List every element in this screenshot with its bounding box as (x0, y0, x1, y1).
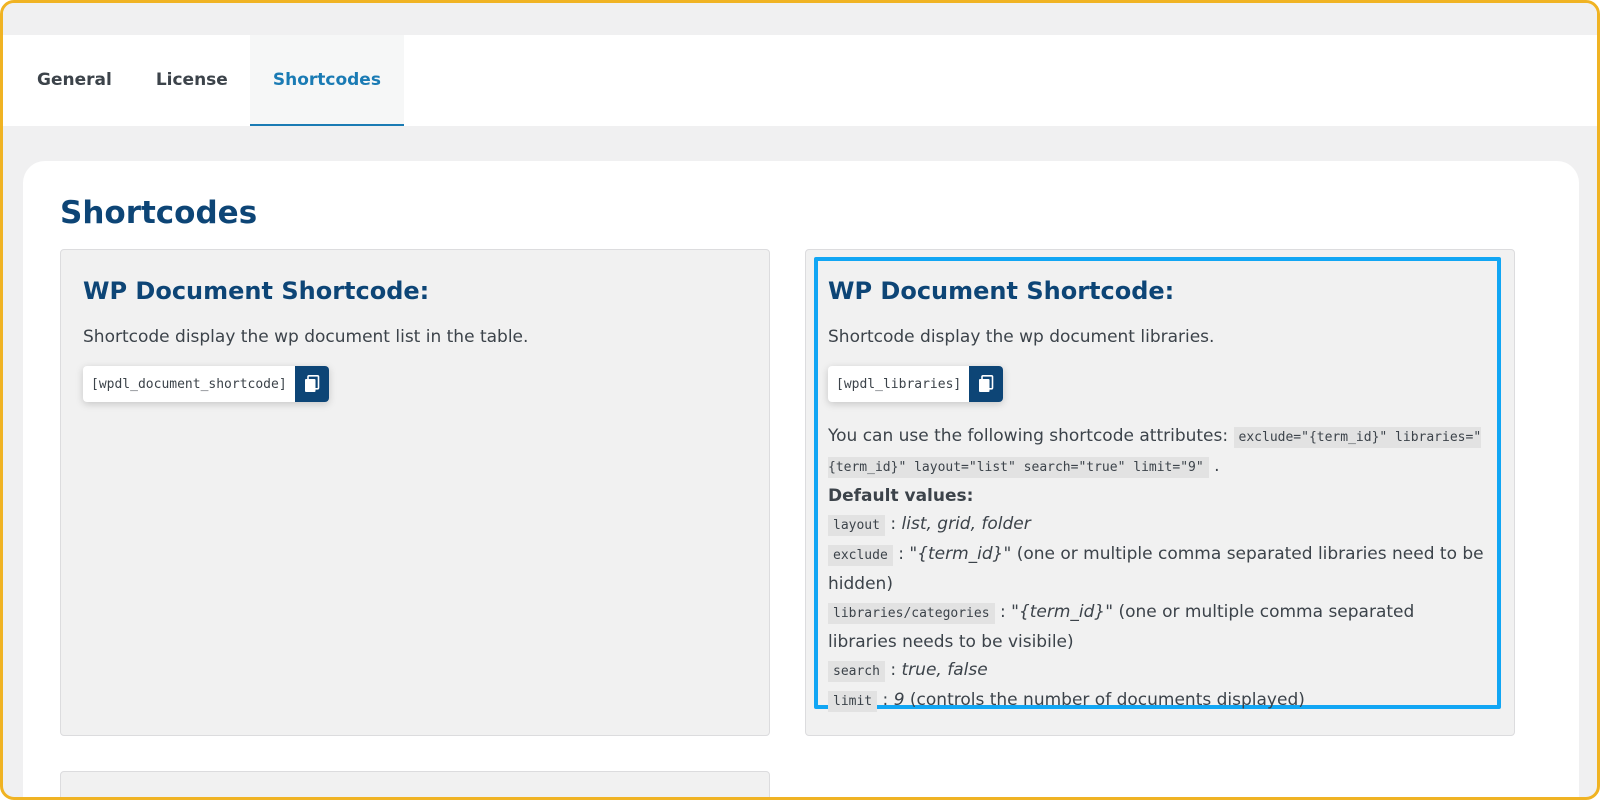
default-key: exclude (828, 545, 893, 566)
default-value: 9 (893, 690, 905, 710)
default-layout: layout : list, grid, folder (828, 510, 1488, 540)
default-key: limit (828, 691, 878, 712)
shortcode-box: [wpdl_libraries] (828, 366, 1004, 402)
top-strip (3, 3, 1597, 35)
tab-shortcodes[interactable]: Shortcodes (249, 35, 404, 126)
next-shortcode-card (60, 771, 770, 797)
default-search: search : true, false (828, 656, 1488, 686)
default-limit: limit : 9 (controls the number of docume… (828, 686, 1488, 716)
app-frame: General License Shortcodes Shortcodes WP… (0, 0, 1600, 800)
default-libraries: libraries/categories : "{term_id}" (one … (828, 602, 1415, 652)
shortcodes-panel: Shortcodes WP Document Shortcode: Shortc… (23, 161, 1579, 797)
default-value: "{term_id}" (909, 544, 1012, 564)
default-values-label: Default values: (828, 486, 974, 506)
card-description: Shortcode display the wp document list i… (83, 327, 529, 347)
shortcode-box: [wpdl_document_shortcode] (83, 366, 329, 402)
default-exclude: exclude : "{term_id}" (one or multiple c… (828, 544, 1484, 594)
default-value: list, grid, folder (901, 514, 1031, 534)
libraries-shortcode-card: WP Document Shortcode: Shortcode display… (805, 249, 1515, 736)
default-value: "{term_id}" (1011, 602, 1114, 622)
shortcode-text[interactable]: [wpdl_libraries] (828, 366, 969, 402)
card-title: WP Document Shortcode: (83, 277, 430, 305)
page-title: Shortcodes (60, 195, 258, 231)
attributes-intro: You can use the following shortcode attr… (828, 426, 1229, 446)
card-description: Shortcode display the wp document librar… (828, 327, 1215, 347)
card-title: WP Document Shortcode: (828, 277, 1175, 305)
default-note: (controls the number of documents displa… (904, 690, 1305, 710)
copy-shortcode-button[interactable] (294, 366, 329, 402)
tab-bar: General License Shortcodes (3, 35, 1597, 126)
copy-icon (979, 375, 994, 392)
attributes-help: You can use the following shortcode attr… (828, 422, 1488, 716)
document-list-shortcode-card: WP Document Shortcode: Shortcode display… (60, 249, 770, 736)
default-value: true, false (901, 660, 988, 680)
default-key: libraries/categories (828, 603, 995, 624)
tab-general[interactable]: General (15, 35, 134, 126)
tab-license[interactable]: License (134, 35, 250, 126)
default-key: search (828, 661, 885, 682)
shortcode-text[interactable]: [wpdl_document_shortcode] (83, 366, 295, 402)
default-key: layout (828, 515, 885, 536)
attributes-line: You can use the following shortcode attr… (828, 426, 1482, 478)
copy-icon (304, 375, 319, 392)
copy-shortcode-button[interactable] (969, 366, 1004, 402)
